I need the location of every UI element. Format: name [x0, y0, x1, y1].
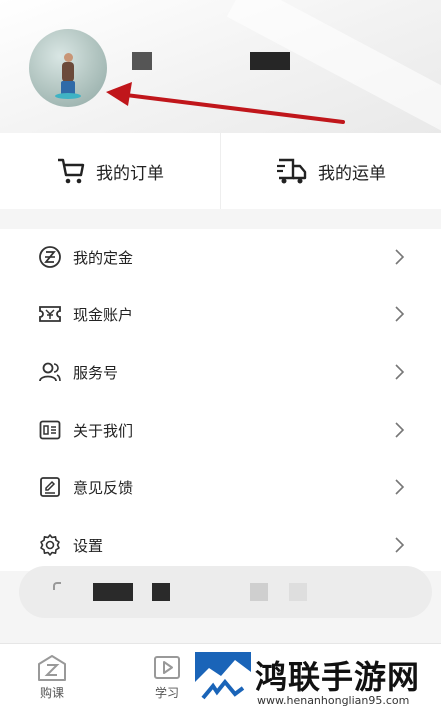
avatar-figure-head — [64, 53, 73, 62]
avatar[interactable] — [29, 29, 107, 107]
watermark: 鸿联手游网 www.henanhonglian95.com — [195, 650, 441, 711]
redacted-text — [289, 583, 307, 601]
chevron-right-icon — [395, 479, 405, 495]
watermark-title: 鸿联手游网 — [255, 658, 421, 696]
my-shipments-label: 我的运单 — [318, 163, 386, 184]
menu-item-settings[interactable]: 设置 — [0, 523, 441, 567]
menu-list: 我的定金 现金账户 服务号 关于我们 意见反馈 设置 — [0, 229, 441, 571]
nav-item-course[interactable]: 购课 — [27, 654, 77, 701]
menu-item-deposit[interactable]: 我的定金 — [0, 235, 441, 279]
redacted-text — [250, 583, 268, 601]
avatar-figure-body — [62, 62, 74, 82]
chevron-right-icon — [395, 537, 405, 553]
nav-item-label: 学习 — [154, 686, 179, 700]
nav-item-label: 购课 — [39, 686, 64, 700]
my-orders-button[interactable]: 我的订单 — [0, 133, 221, 209]
course-icon — [38, 655, 66, 681]
deposit-icon — [38, 245, 62, 269]
menu-item-label: 服务号 — [73, 363, 119, 382]
nav-item-study[interactable]: 学习 — [142, 654, 192, 701]
menu-item-label: 关于我们 — [73, 421, 134, 440]
menu-item-label: 我的定金 — [73, 248, 134, 267]
menu-item-about[interactable]: 关于我们 — [0, 408, 441, 452]
profile-header — [0, 0, 441, 133]
menu-item-label: 现金账户 — [73, 305, 134, 324]
menu-item-label: 设置 — [73, 536, 104, 555]
redacted-text — [152, 583, 170, 601]
chevron-right-icon — [395, 249, 405, 265]
menu-item-cash-account[interactable]: 现金账户 — [0, 292, 441, 336]
feedback-icon — [38, 475, 62, 499]
loading-icon — [53, 582, 61, 590]
menu-item-label: 意见反馈 — [73, 478, 134, 497]
annotation-arrow-icon — [106, 82, 345, 124]
chevron-right-icon — [395, 306, 405, 322]
watermark-url: www.henanhonglian95.com — [257, 694, 410, 707]
my-orders-label: 我的订单 — [96, 163, 164, 184]
menu-item-service[interactable]: 服务号 — [0, 350, 441, 394]
redacted-text — [93, 583, 133, 601]
service-icon — [38, 360, 62, 384]
cart-icon — [58, 158, 85, 184]
my-shipments-button[interactable]: 我的运单 — [221, 133, 441, 209]
play-icon — [154, 656, 180, 679]
chevron-right-icon — [395, 364, 405, 380]
floating-banner[interactable] — [19, 566, 432, 618]
chevron-right-icon — [395, 422, 405, 438]
redacted-username-part — [250, 52, 290, 70]
truck-icon — [277, 158, 307, 184]
menu-item-feedback[interactable]: 意见反馈 — [0, 465, 441, 509]
settings-icon — [38, 533, 62, 557]
avatar-figure-base — [55, 93, 81, 99]
watermark-logo-icon — [195, 652, 251, 708]
about-icon — [38, 418, 62, 442]
orders-row: 我的订单 我的运单 — [0, 133, 441, 209]
redacted-username-part — [132, 52, 152, 70]
cash-account-icon — [38, 302, 62, 326]
